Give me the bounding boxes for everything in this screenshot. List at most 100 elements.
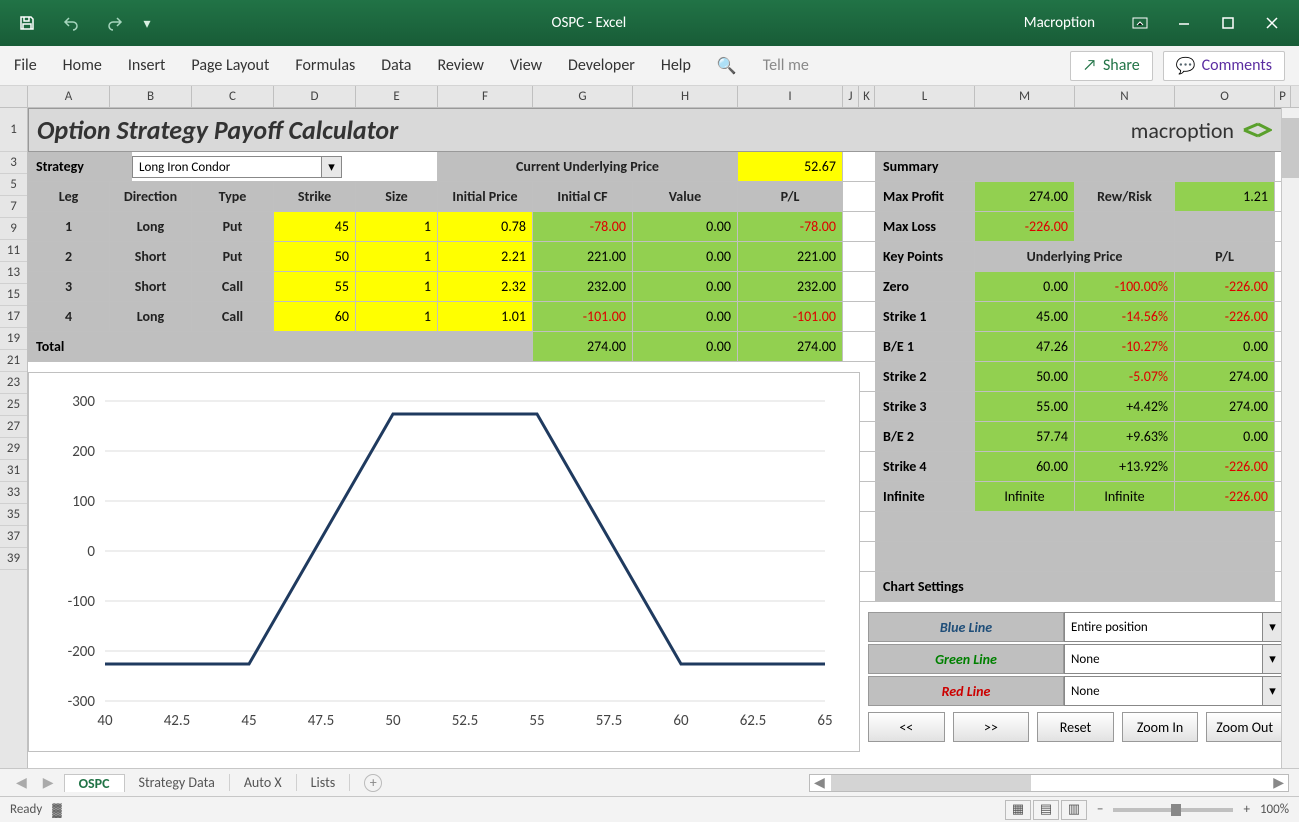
view-normal-icon[interactable]: ▦ <box>1005 800 1031 820</box>
sheet-tab-strategy-data[interactable]: Strategy Data <box>125 774 230 791</box>
comments-button[interactable]: 💬Comments <box>1163 51 1285 81</box>
tab-home[interactable]: Home <box>63 56 102 75</box>
leg-size-1[interactable]: 1 <box>356 212 438 241</box>
sheet-tab-lists[interactable]: Lists <box>297 774 351 791</box>
zoom-level[interactable]: 100% <box>1260 802 1289 817</box>
col-C[interactable]: C <box>192 86 274 107</box>
row-19[interactable]: 19 <box>0 328 27 350</box>
tab-formulas[interactable]: Formulas <box>295 56 355 75</box>
prev-sheet-icon[interactable]: ◀ <box>10 774 33 791</box>
cup-value[interactable]: 52.67 <box>738 152 843 181</box>
row-29[interactable]: 29 <box>0 438 27 460</box>
row-37[interactable]: 37 <box>0 526 27 548</box>
leg-strike-1[interactable]: 45 <box>274 212 356 241</box>
tab-developer[interactable]: Developer <box>568 56 635 75</box>
col-M[interactable]: M <box>975 86 1075 107</box>
select-all[interactable] <box>0 86 28 107</box>
sheet-tab-ospc[interactable]: OSPC <box>64 774 125 792</box>
tab-help[interactable]: Help <box>661 56 691 75</box>
blue-line-select[interactable]: Entire position▾ <box>1064 612 1283 642</box>
col-G[interactable]: G <box>533 86 633 107</box>
view-pagelayout-icon[interactable]: ▤ <box>1033 800 1059 820</box>
red-line-select[interactable]: None▾ <box>1064 676 1283 706</box>
leg-type-3[interactable]: Call <box>192 272 274 301</box>
tell-me-icon[interactable]: 🔍 <box>717 56 737 76</box>
save-icon[interactable] <box>8 8 46 38</box>
undo-icon[interactable] <box>52 8 90 38</box>
col-L[interactable]: L <box>875 86 975 107</box>
vertical-scrollbar[interactable] <box>1281 108 1299 768</box>
col-A[interactable]: A <box>28 86 110 107</box>
col-P[interactable]: P <box>1275 86 1291 107</box>
leg-iprice-3[interactable]: 2.32 <box>438 272 533 301</box>
col-B[interactable]: B <box>110 86 192 107</box>
row-21[interactable]: 21 <box>0 350 27 372</box>
qat-dropdown-icon[interactable]: ▾ <box>140 8 154 38</box>
macro-rec-icon[interactable]: ▓ <box>52 802 61 818</box>
leg-size-3[interactable]: 1 <box>356 272 438 301</box>
leg-type-4[interactable]: Call <box>192 302 274 331</box>
row-31[interactable]: 31 <box>0 460 27 482</box>
add-sheet-icon[interactable]: + <box>364 774 382 792</box>
next-sheet-icon[interactable]: ▶ <box>37 774 60 791</box>
row-9[interactable]: 9 <box>0 218 27 240</box>
chart-btn-zoomin[interactable]: Zoom In <box>1122 712 1199 742</box>
redo-icon[interactable] <box>96 8 134 38</box>
chart-btn-[interactable]: >> <box>953 712 1030 742</box>
col-O[interactable]: O <box>1175 86 1275 107</box>
zoom-slider[interactable] <box>1113 808 1233 812</box>
leg-strike-3[interactable]: 55 <box>274 272 356 301</box>
row-7[interactable]: 7 <box>0 196 27 218</box>
row-3[interactable]: 3 <box>0 152 27 174</box>
sheet-tab-auto-x[interactable]: Auto X <box>230 774 297 791</box>
close-icon[interactable] <box>1253 8 1291 38</box>
zoom-in-icon[interactable]: + <box>1243 802 1249 817</box>
row-35[interactable]: 35 <box>0 504 27 526</box>
col-E[interactable]: E <box>356 86 438 107</box>
ribbon-mode-icon[interactable] <box>1121 8 1159 38</box>
chart-btn-[interactable]: << <box>868 712 945 742</box>
leg-type-1[interactable]: Put <box>192 212 274 241</box>
col-K[interactable]: K <box>859 86 875 107</box>
chart-btn-reset[interactable]: Reset <box>1037 712 1114 742</box>
green-line-select[interactable]: None▾ <box>1064 644 1283 674</box>
row-11[interactable]: 11 <box>0 240 27 262</box>
leg-strike-2[interactable]: 50 <box>274 242 356 271</box>
col-F[interactable]: F <box>438 86 533 107</box>
tab-data[interactable]: Data <box>381 56 411 75</box>
leg-iprice-2[interactable]: 2.21 <box>438 242 533 271</box>
row-23[interactable]: 23 <box>0 372 27 394</box>
minimize-icon[interactable] <box>1165 8 1203 38</box>
leg-type-2[interactable]: Put <box>192 242 274 271</box>
tab-pagelayout[interactable]: Page Layout <box>191 56 269 75</box>
row-27[interactable]: 27 <box>0 416 27 438</box>
tab-review[interactable]: Review <box>437 56 484 75</box>
maximize-icon[interactable] <box>1209 8 1247 38</box>
leg-dir-1[interactable]: Long <box>110 212 192 241</box>
leg-iprice-1[interactable]: 0.78 <box>438 212 533 241</box>
tell-me[interactable]: Tell me <box>763 56 809 75</box>
leg-strike-4[interactable]: 60 <box>274 302 356 331</box>
row-25[interactable]: 25 <box>0 394 27 416</box>
strategy-select[interactable]: Long Iron Condor▾ <box>132 152 356 181</box>
leg-dir-4[interactable]: Long <box>110 302 192 331</box>
col-D[interactable]: D <box>274 86 356 107</box>
chart-btn-zoomout[interactable]: Zoom Out <box>1206 712 1283 742</box>
col-J[interactable]: J <box>843 86 859 107</box>
row-17[interactable]: 17 <box>0 306 27 328</box>
view-pagebreak-icon[interactable]: ▥ <box>1061 800 1087 820</box>
tab-insert[interactable]: Insert <box>128 56 166 75</box>
leg-size-4[interactable]: 1 <box>356 302 438 331</box>
row-13[interactable]: 13 <box>0 262 27 284</box>
col-I[interactable]: I <box>738 86 843 107</box>
horizontal-scrollbar[interactable]: ◀▶ <box>809 774 1289 792</box>
leg-size-2[interactable]: 1 <box>356 242 438 271</box>
zoom-out-icon[interactable]: − <box>1097 802 1103 817</box>
row-15[interactable]: 15 <box>0 284 27 306</box>
leg-dir-2[interactable]: Short <box>110 242 192 271</box>
tab-file[interactable]: File <box>14 56 37 75</box>
row-5[interactable]: 5 <box>0 174 27 196</box>
share-button[interactable]: ↗Share <box>1070 51 1153 81</box>
col-N[interactable]: N <box>1075 86 1175 107</box>
row-33[interactable]: 33 <box>0 482 27 504</box>
